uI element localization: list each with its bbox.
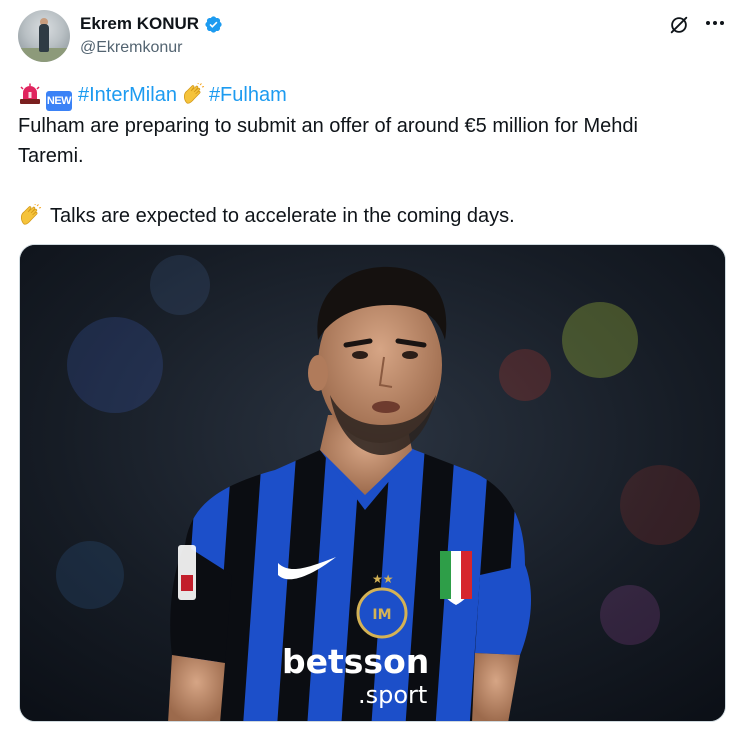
- display-name[interactable]: Ekrem KONUR: [80, 14, 199, 34]
- svg-text:IM: IM: [372, 607, 391, 623]
- clapping-hand-emoji-icon: [20, 204, 42, 225]
- sponsor-main-text: betsson: [282, 642, 429, 681]
- new-emoji-icon: NEW: [46, 91, 72, 111]
- clapping-hand-emoji-icon: [183, 83, 205, 104]
- hashtag-fulham[interactable]: #Fulham: [209, 84, 287, 106]
- name-row: Ekrem KONUR: [80, 14, 223, 34]
- avatar-figure: [39, 24, 49, 52]
- siren-emoji-icon: [20, 83, 40, 104]
- more-options-icon[interactable]: [702, 12, 728, 34]
- tweet-line-2: Talks are expected to accelerate in the …: [50, 205, 515, 227]
- verified-badge-icon: [205, 15, 222, 33]
- player-photo-icon: ★★ IM betsson .sport: [20, 245, 725, 721]
- tweet-header: Ekrem KONUR @Ekremkonur: [18, 10, 728, 66]
- tweet-text: NEW #InterMilan #Fulham Fulham are prepar…: [18, 80, 723, 231]
- dot: [706, 21, 710, 25]
- tweet-media-image[interactable]: ★★ IM betsson .sport: [19, 244, 726, 722]
- svg-text:★★: ★★: [372, 572, 394, 586]
- tweet-line-1a: Fulham are preparing to submit an offer …: [18, 115, 638, 137]
- author-handle[interactable]: @Ekremkonur: [80, 39, 183, 57]
- tweet-line-1b: Taremi.: [18, 145, 84, 167]
- avatar[interactable]: [18, 10, 70, 62]
- tweet-line-2-row: Talks are expected to accelerate in the …: [18, 201, 723, 231]
- hashtag-intermilan[interactable]: #InterMilan: [78, 84, 177, 106]
- dot: [713, 21, 717, 25]
- hashtag-line: NEW #InterMilan #Fulham: [18, 80, 723, 111]
- sponsor-sub-text: .sport: [358, 681, 427, 709]
- grok-icon[interactable]: [668, 14, 690, 36]
- dot: [720, 21, 724, 25]
